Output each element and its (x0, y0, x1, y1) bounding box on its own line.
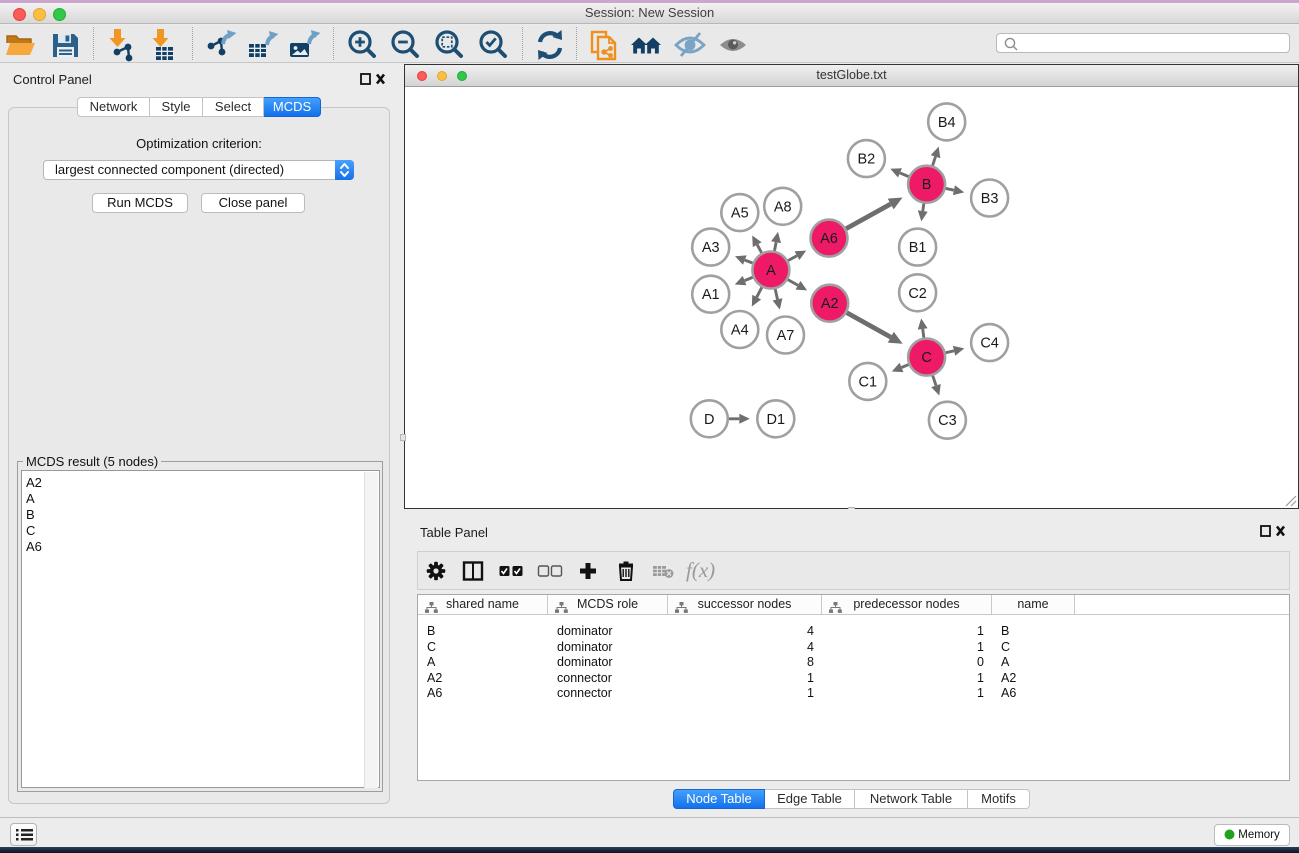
svg-text:A: A (766, 263, 776, 279)
svg-text:A2: A2 (821, 296, 839, 312)
svg-text:D: D (704, 412, 714, 428)
svg-text:D1: D1 (767, 412, 786, 428)
svg-text:A5: A5 (731, 206, 749, 222)
svg-text:C4: C4 (980, 336, 999, 352)
svg-text:B2: B2 (858, 152, 876, 168)
svg-text:B4: B4 (938, 115, 956, 131)
svg-text:A3: A3 (702, 240, 720, 256)
svg-text:C1: C1 (859, 374, 878, 390)
svg-text:C: C (921, 350, 931, 366)
svg-text:A8: A8 (774, 199, 792, 215)
svg-text:A4: A4 (731, 323, 749, 339)
svg-text:C3: C3 (938, 413, 957, 429)
svg-text:A6: A6 (820, 231, 838, 247)
svg-text:A1: A1 (702, 287, 720, 303)
svg-text:B: B (922, 177, 932, 193)
svg-text:B1: B1 (909, 240, 927, 256)
svg-text:A7: A7 (777, 328, 795, 344)
svg-text:C2: C2 (908, 286, 927, 302)
svg-text:B3: B3 (981, 191, 999, 207)
